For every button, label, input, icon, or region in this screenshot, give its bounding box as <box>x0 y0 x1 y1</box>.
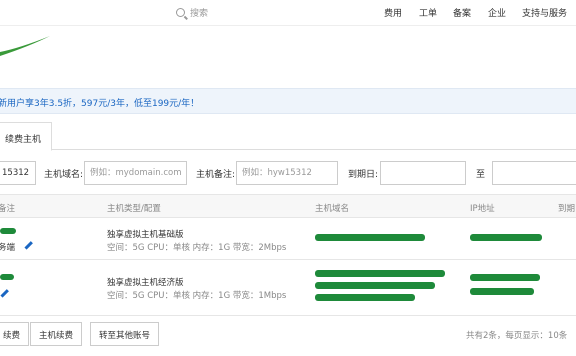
domain-field[interactable]: 例如：mydomain.com <box>84 161 187 185</box>
host-renew-button[interactable]: 主机续费 <box>30 322 83 346</box>
col-expiry: 到期 <box>558 204 576 214</box>
row-type: 独享虚拟主机经济版 <box>107 278 184 288</box>
expiry-label: 到期日: <box>348 170 379 180</box>
search-placeholder: 搜索 <box>190 9 209 19</box>
col-note: 备注 <box>0 204 16 214</box>
table-row: 务端 独享虚拟主机基础版 空间：5G CPU：单核 内存：1G 带宽：2Mbps <box>0 218 576 260</box>
col-ip: IP地址 <box>470 204 495 214</box>
promo-strip: 新用户享3年3.5折，597元/3年，低至199元/年！ <box>0 88 576 114</box>
redaction-mark <box>0 274 14 280</box>
note-field[interactable]: 例如：hyw15312 <box>236 161 338 185</box>
id-field[interactable]: 15312 <box>0 161 36 185</box>
row-spec: 空间：5G CPU：单核 内存：1G 带宽：2Mbps <box>107 243 287 253</box>
page-info: 共有2条，每页显示：10条 <box>466 331 568 341</box>
edit-icon[interactable] <box>24 241 33 250</box>
redaction-mark <box>0 228 16 234</box>
domain-label: 主机域名: <box>44 170 84 180</box>
col-domain: 主机域名 <box>315 204 350 214</box>
nav-fees[interactable]: 费用 <box>384 6 402 19</box>
renew-button[interactable]: 续费 <box>0 322 30 346</box>
top-bar: 搜索 费用 工单 备案 企业 支持与服务 <box>0 0 576 26</box>
transfer-account-button[interactable]: 转至其他账号 <box>90 322 160 346</box>
table-header: 备注 主机类型/配置 主机域名 IP地址 到期 <box>0 194 576 218</box>
expiry-start-field[interactable] <box>380 161 466 185</box>
tab-renew-host[interactable]: 续费主机 <box>0 122 52 151</box>
nav-support[interactable]: 支持与服务 <box>522 6 567 19</box>
edit-icon[interactable] <box>0 289 9 298</box>
redaction-mark <box>315 294 415 301</box>
expiry-end-field[interactable] <box>492 161 576 185</box>
filter-bar: 15312 主机域名: 例如：mydomain.com 主机备注: 例如：hyw… <box>0 160 576 186</box>
row-type: 独享虚拟主机基础版 <box>107 230 184 240</box>
row-note: 务端 <box>0 243 16 253</box>
tab-bar: 续费主机 <box>0 122 576 151</box>
redaction-mark <box>470 288 534 295</box>
banner-swoosh <box>0 36 50 56</box>
nav-tickets[interactable]: 工单 <box>419 6 437 19</box>
table-row: 独享虚拟主机经济版 空间：5G CPU：单核 内存：1G 带宽：1Mbps <box>0 260 576 316</box>
redaction-mark <box>315 282 435 289</box>
nav-filing[interactable]: 备案 <box>453 6 471 19</box>
redaction-mark <box>470 274 540 281</box>
search-box[interactable]: 搜索 <box>176 6 208 19</box>
banner <box>0 26 576 86</box>
row-spec: 空间：5G CPU：单核 内存：1G 带宽：1Mbps <box>107 291 287 301</box>
redaction-mark <box>315 270 445 277</box>
col-type: 主机类型/配置 <box>107 204 161 214</box>
search-icon <box>176 8 185 17</box>
note-label: 主机备注: <box>196 170 236 180</box>
promo-text: 新用户享3年3.5折，597元/3年，低至199元/年！ <box>0 99 200 109</box>
nav-enterprise[interactable]: 企业 <box>488 6 506 19</box>
table-footer: 续费 主机续费 转至其他账号 共有2条，每页显示：10条 <box>0 322 576 348</box>
redaction-mark <box>470 234 542 241</box>
redaction-mark <box>315 234 425 241</box>
to-label: 至 <box>476 170 486 180</box>
